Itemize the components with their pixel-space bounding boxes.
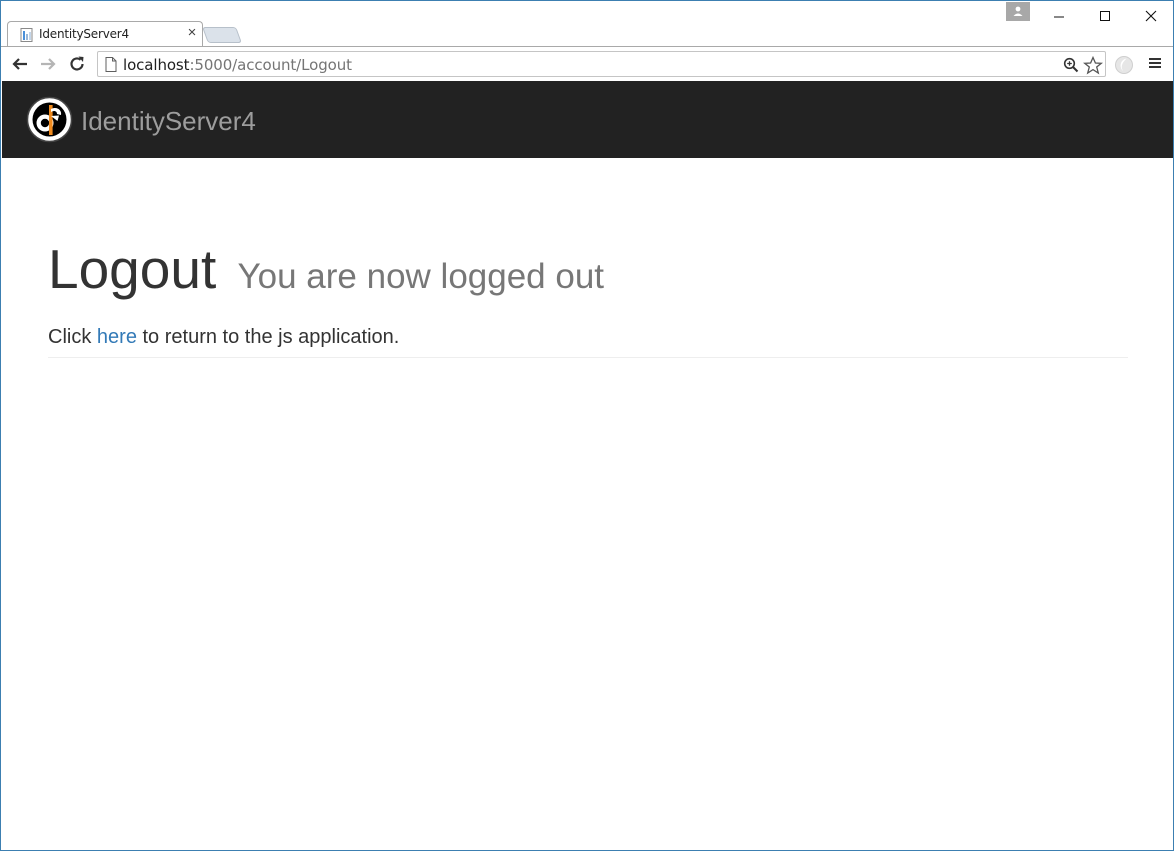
address-bar[interactable]: localhost:5000/account/Logout [97, 51, 1106, 77]
profile-icon[interactable] [1006, 2, 1030, 21]
minimize-button[interactable] [1036, 3, 1082, 29]
identityserver-logo-icon[interactable] [26, 96, 73, 143]
zoom-icon [1063, 57, 1079, 73]
divider [48, 357, 1128, 358]
forward-arrow-icon [41, 58, 56, 70]
tab-title: IdentityServer4 [39, 27, 129, 41]
maximize-button[interactable] [1082, 3, 1128, 29]
forward-button[interactable] [38, 54, 58, 74]
browser-tab[interactable]: IdentityServer4 × [7, 21, 203, 46]
browser-window: IdentityServer4 × localhost:5000/account… [0, 0, 1174, 851]
reload-icon [70, 56, 84, 71]
message-prefix: Click [48, 326, 92, 348]
tab-strip: IdentityServer4 × [1, 1, 1173, 46]
page-title: Logout [48, 238, 217, 300]
page-favicon-icon [20, 28, 33, 42]
return-message: Click here to return to the js applicati… [48, 325, 1128, 349]
back-arrow-icon [12, 58, 27, 70]
extension-button[interactable] [1114, 55, 1134, 80]
tab-close-icon[interactable]: × [185, 24, 199, 41]
bookmark-button[interactable] [1083, 55, 1103, 75]
star-icon [1083, 55, 1103, 74]
zoom-button[interactable] [1061, 55, 1081, 75]
reload-button[interactable] [67, 54, 87, 74]
page-icon [105, 57, 117, 72]
extension-icon [1115, 56, 1133, 74]
new-tab-button[interactable] [202, 27, 242, 43]
url-path: :5000/account/Logout [189, 56, 352, 74]
minimize-icon [1054, 16, 1064, 18]
site-navbar: IdentityServer4 [2, 81, 1173, 158]
return-link[interactable]: here [97, 326, 137, 348]
close-window-button[interactable] [1128, 3, 1173, 29]
url-host: localhost [123, 56, 190, 74]
maximize-icon [1100, 11, 1110, 21]
brand-name[interactable]: IdentityServer4 [81, 106, 256, 137]
page-subtitle: You are now logged out [237, 257, 605, 296]
url-text: localhost:5000/account/Logout [123, 56, 352, 74]
page-content: Logout You are now logged out Click here… [48, 239, 1128, 349]
browser-toolbar: localhost:5000/account/Logout [1, 46, 1173, 81]
hamburger-menu-icon[interactable] [1147, 56, 1163, 72]
close-icon [1145, 10, 1157, 22]
page-heading: Logout You are now logged out [48, 239, 1128, 307]
back-button[interactable] [10, 54, 30, 74]
message-suffix: to return to the js application. [142, 326, 400, 348]
person-icon [1013, 6, 1023, 16]
